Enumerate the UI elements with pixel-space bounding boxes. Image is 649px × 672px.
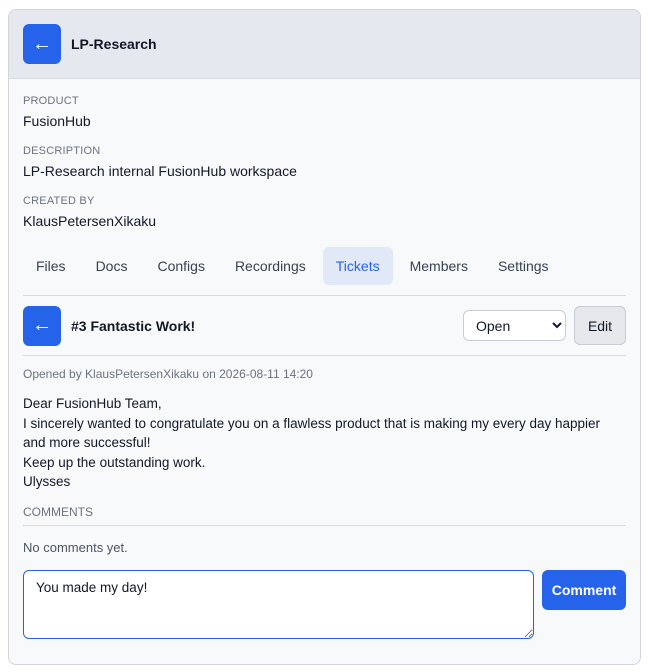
ticket-back-button[interactable]: ← <box>23 305 61 346</box>
message-line: I sincerely wanted to congratulate you o… <box>23 415 601 451</box>
product-label: PRODUCT <box>23 95 79 107</box>
status-select[interactable]: Open <box>463 310 566 341</box>
description-label: DESCRIPTION <box>23 145 101 157</box>
message-line: Dear FusionHub Team, <box>23 396 162 411</box>
ticket-header: ← #3 Fantastic Work! Open Edit <box>23 296 626 356</box>
description-value: LP-Research internal FusionHub workspace <box>23 163 297 179</box>
created-by-value: KlausPetersenXikaku <box>23 213 157 229</box>
comment-form: You made my day! Comment <box>23 569 626 639</box>
message-line: Keep up the outstanding work. <box>23 454 206 470</box>
ticket-message: Dear FusionHub Team, I sincerely wanted … <box>23 394 626 492</box>
tab-files[interactable]: Files <box>23 247 79 285</box>
workspace-body: PRODUCT FusionHub DESCRIPTION LP-Researc… <box>9 95 640 639</box>
back-button[interactable]: ← <box>23 24 61 64</box>
description-meta: DESCRIPTION LP-Research internal FusionH… <box>23 145 626 179</box>
tab-recordings[interactable]: Recordings <box>222 247 319 285</box>
workspace-header: ← LP-Research <box>9 10 640 79</box>
created-by-meta: CREATED BY KlausPetersenXikaku <box>23 195 626 229</box>
arrow-left-icon: ← <box>32 32 52 55</box>
no-comments-text: No comments yet. <box>23 539 128 555</box>
tab-bar: Files Docs Configs Recordings Tickets Me… <box>23 247 626 296</box>
product-value: FusionHub <box>23 113 91 129</box>
opened-by-text: Opened by KlausPetersenXikaku on 2026-08… <box>23 367 313 381</box>
tab-configs[interactable]: Configs <box>144 247 217 285</box>
workspace-title: LP-Research <box>71 36 157 52</box>
tab-settings[interactable]: Settings <box>485 247 562 285</box>
message-line: Ulysses <box>23 474 71 489</box>
comments-heading: COMMENTS <box>23 505 626 526</box>
created-by-label: CREATED BY <box>23 195 95 207</box>
arrow-left-icon: ← <box>32 314 52 336</box>
tab-members[interactable]: Members <box>397 247 481 285</box>
tab-docs[interactable]: Docs <box>83 247 141 285</box>
comment-input[interactable]: You made my day! <box>23 569 534 639</box>
ticket-title: #3 Fantastic Work! <box>71 317 196 334</box>
comment-button[interactable]: Comment <box>542 569 626 610</box>
workspace-card: ← LP-Research PRODUCT FusionHub DESCRIPT… <box>8 9 641 665</box>
edit-button[interactable]: Edit <box>574 306 626 345</box>
tab-tickets[interactable]: Tickets <box>322 247 393 285</box>
product-meta: PRODUCT FusionHub <box>23 95 626 129</box>
